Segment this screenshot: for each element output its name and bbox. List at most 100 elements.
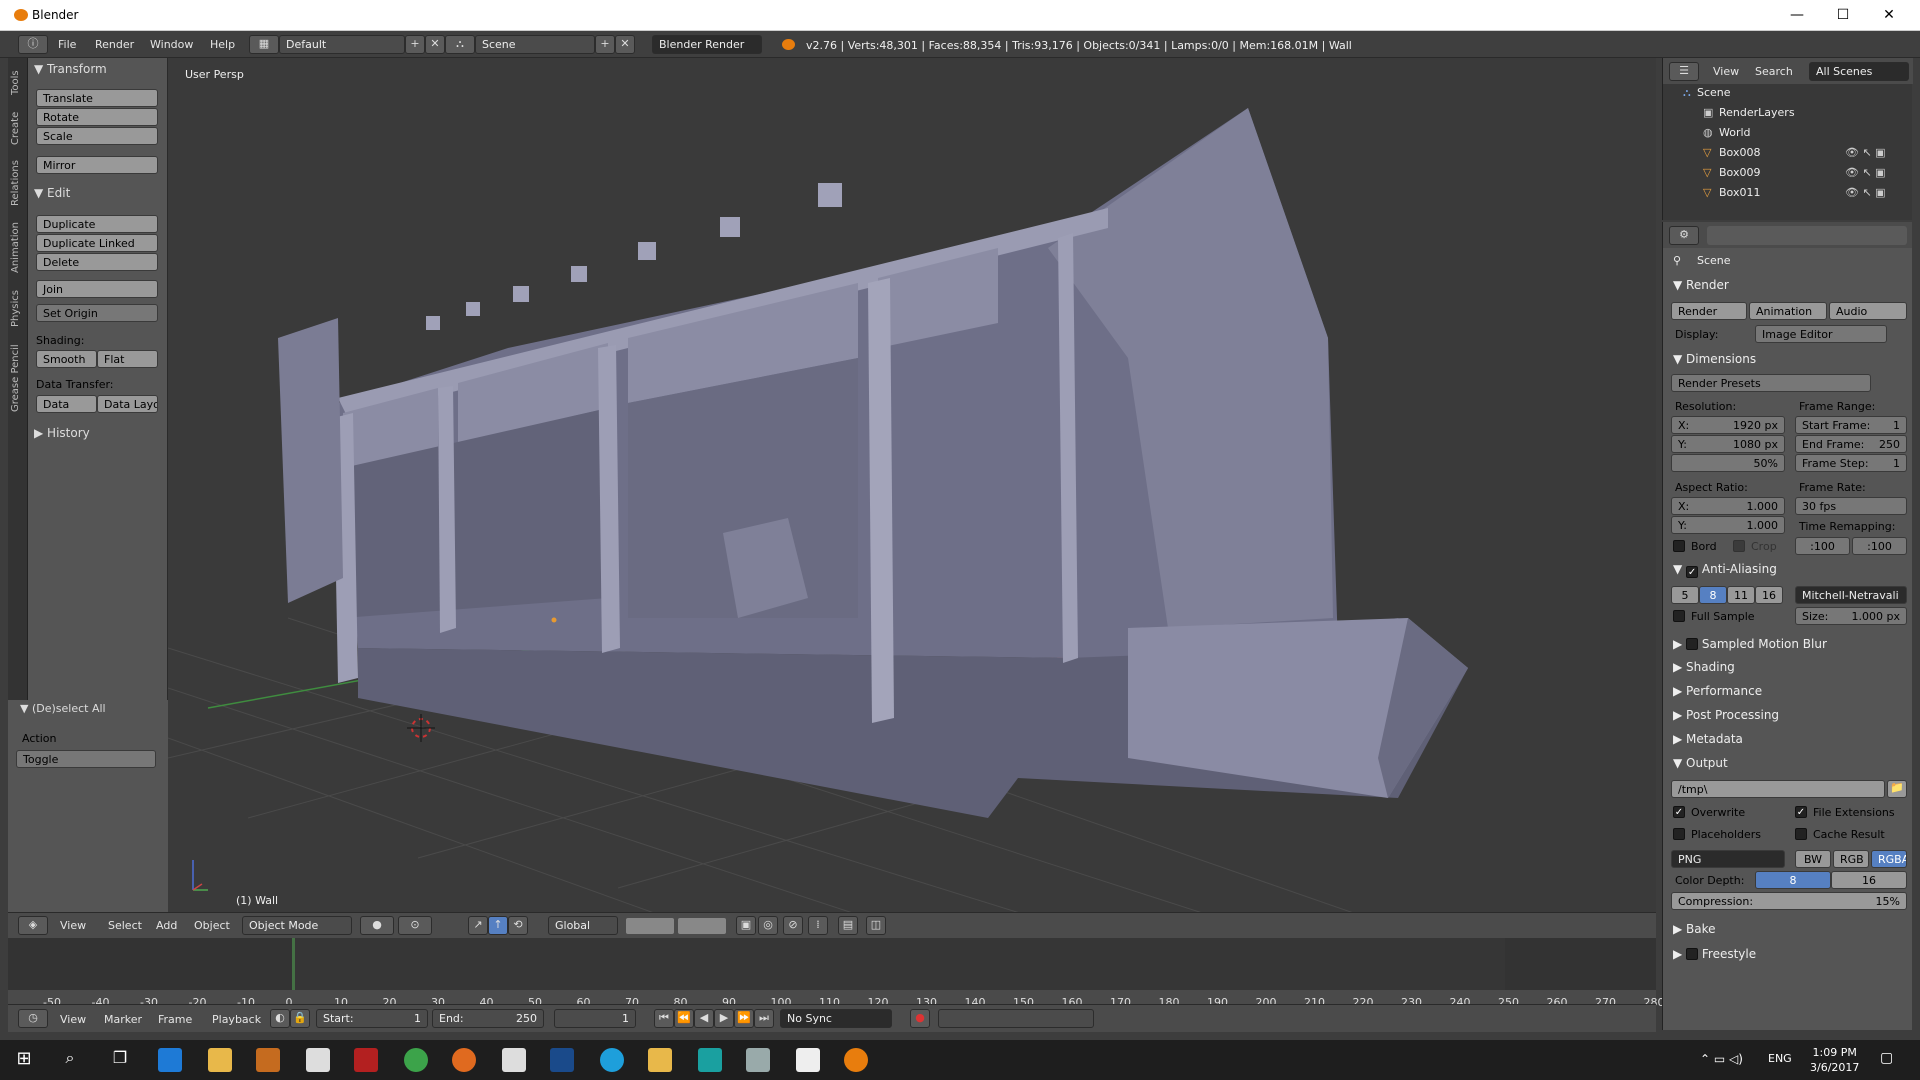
aa-size-field[interactable]: Size: 1.000 px — [1795, 607, 1907, 625]
edit-panel-header[interactable]: ▼ Edit — [34, 186, 70, 200]
color-rgb-button[interactable]: RGB — [1833, 850, 1869, 868]
aa-samples-11[interactable]: 11 — [1727, 586, 1755, 604]
start-frame-field[interactable]: Start: 1 — [316, 1009, 428, 1028]
aa-samples-8[interactable]: 8 — [1699, 586, 1727, 604]
editor-type-info-icon[interactable]: ⓘ — [18, 35, 48, 54]
transform-panel-header[interactable]: ▼ Transform — [34, 62, 107, 76]
skype-icon[interactable] — [600, 1048, 624, 1072]
delete-button[interactable]: Delete — [36, 253, 158, 271]
tab-physics[interactable]: Physics — [10, 284, 26, 334]
system-tray-icons[interactable]: ⌃ ▭ ◁) — [1700, 1052, 1743, 1066]
rotate-manipulator-icon[interactable]: ⟲ — [508, 916, 528, 935]
scale-button[interactable]: Scale — [36, 127, 158, 145]
output-path-field[interactable]: /tmp\ — [1671, 780, 1885, 798]
acrobat-icon[interactable] — [354, 1048, 378, 1072]
firefox-icon[interactable] — [452, 1048, 476, 1072]
folder-icon[interactable]: 📁 — [1887, 780, 1907, 798]
record-icon[interactable]: ● — [910, 1009, 930, 1028]
start-frame-prop-field[interactable]: Start Frame: 1 — [1795, 416, 1907, 434]
end-frame-prop-field[interactable]: End Frame: 250 — [1795, 435, 1907, 453]
color-depth-8-button[interactable]: 8 — [1755, 871, 1831, 889]
render-preview-icon[interactable]: ▤ — [838, 916, 858, 935]
frame-step-field[interactable]: Frame Step: 1 — [1795, 454, 1907, 472]
menu-render[interactable]: Render — [95, 38, 134, 51]
menu-file[interactable]: File — [58, 38, 76, 51]
full-sample-checkbox[interactable] — [1673, 610, 1685, 622]
manipulator-toggle-icon[interactable]: ↑ — [488, 916, 508, 935]
menu-marker[interactable]: Marker — [104, 1013, 142, 1026]
aspect-y-field[interactable]: Y: 1.000 — [1671, 516, 1785, 534]
transform-orientation-select[interactable]: Global — [548, 916, 618, 935]
resolution-y-field[interactable]: Y: 1080 px — [1671, 435, 1785, 453]
data-layout-button[interactable]: Data Layo — [97, 395, 158, 413]
current-frame-field[interactable]: 1 — [554, 1009, 636, 1028]
animation-button[interactable]: Animation — [1749, 302, 1827, 320]
add-scene-button[interactable]: + — [595, 35, 615, 54]
data-button[interactable]: Data — [36, 395, 97, 413]
prev-keyframe-icon[interactable]: ⏪ — [674, 1009, 694, 1028]
aa-samples-5[interactable]: 5 — [1671, 586, 1699, 604]
audio-button[interactable]: Audio — [1829, 302, 1907, 320]
menu-timeline-view[interactable]: View — [60, 1013, 86, 1026]
editor-type-timeline-icon[interactable]: ◷ — [18, 1009, 48, 1028]
set-origin-select[interactable]: Set Origin — [36, 304, 158, 322]
editor-type-3d-icon[interactable]: ◈ — [18, 916, 48, 935]
file-format-select[interactable]: PNG — [1671, 850, 1785, 868]
start-button-icon[interactable]: ⊞ — [12, 1048, 36, 1072]
menu-frame[interactable]: Frame — [158, 1013, 192, 1026]
outliner-row[interactable]: ▣ RenderLayers — [1663, 106, 1913, 126]
outliner-row[interactable]: ▽ Box009 👁 ↖ ▣ — [1663, 166, 1913, 186]
outliner-display-mode-select[interactable]: All Scenes — [1809, 62, 1909, 81]
properties-context-tabs[interactable] — [1707, 226, 1907, 245]
snap-icon[interactable]: ⊘ — [783, 916, 803, 935]
tab-grease-pencil[interactable]: Grease Pencil — [10, 338, 26, 418]
remove-layout-button[interactable]: ✕ — [425, 35, 445, 54]
menu-view[interactable]: View — [60, 919, 86, 932]
scene-icon[interactable]: ⛬ — [445, 35, 475, 54]
aa-filter-select[interactable]: Mitchell-Netravali — [1795, 586, 1907, 604]
post-processing-panel-header[interactable]: ▶ Post Processing — [1673, 708, 1779, 722]
menu-help[interactable]: Help — [210, 38, 235, 51]
keying-set-field[interactable] — [938, 1009, 1094, 1028]
border-checkbox[interactable] — [1673, 540, 1685, 552]
app-icon[interactable] — [698, 1048, 722, 1072]
media-player-icon[interactable] — [256, 1048, 280, 1072]
color-depth-16-button[interactable]: 16 — [1831, 871, 1907, 889]
layers-grid-1[interactable] — [626, 918, 674, 934]
render-presets-select[interactable]: Render Presets — [1671, 374, 1871, 392]
tab-create[interactable]: Create — [10, 106, 26, 150]
display-select[interactable]: Image Editor — [1755, 325, 1887, 343]
menu-window[interactable]: Window — [150, 38, 193, 51]
aspect-x-field[interactable]: X: 1.000 — [1671, 497, 1785, 515]
translate-manipulator-icon[interactable]: ↗ — [468, 916, 488, 935]
sticky-notes-icon[interactable] — [648, 1048, 672, 1072]
dimensions-panel-header[interactable]: ▼ Dimensions — [1673, 352, 1756, 366]
motion-blur-panel-header[interactable]: ▶ Sampled Motion Blur — [1673, 636, 1827, 651]
output-panel-header[interactable]: ▼ Output — [1673, 756, 1728, 770]
snap-element-icon[interactable]: ⁞ — [808, 916, 828, 935]
layout-icon[interactable]: ▦ — [249, 35, 279, 54]
remap-old-field[interactable]: :100 — [1795, 537, 1850, 555]
opengl-render-icon[interactable]: ◫ — [866, 916, 886, 935]
tab-tools[interactable]: Tools — [10, 64, 26, 102]
chrome-icon[interactable] — [404, 1048, 428, 1072]
color-bw-button[interactable]: BW — [1795, 850, 1831, 868]
outliner-row[interactable]: ▽ Box011 👁 ↖ ▣ — [1663, 186, 1913, 206]
remap-new-field[interactable]: :100 — [1852, 537, 1907, 555]
remove-scene-button[interactable]: ✕ — [615, 35, 635, 54]
lock-camera-icon[interactable]: ▣ — [736, 916, 756, 935]
search-icon[interactable]: ⌕ — [58, 1048, 82, 1072]
end-frame-field[interactable]: End: 250 — [432, 1009, 544, 1028]
jump-end-icon[interactable]: ⏭ — [754, 1009, 774, 1028]
duplicate-linked-button[interactable]: Duplicate Linked — [36, 234, 158, 252]
anti-aliasing-panel-header[interactable]: ▼ ✓ Anti-Aliasing — [1673, 562, 1777, 578]
pin-icon[interactable]: ⚲ — [1673, 254, 1681, 267]
scene-select[interactable]: Scene — [475, 35, 595, 54]
pivot-point-icon[interactable]: ⊙ — [398, 916, 432, 935]
3d-viewport[interactable]: User Persp (1) Wall — [168, 58, 1656, 912]
compression-slider[interactable]: Compression: 15% — [1671, 892, 1907, 910]
language-indicator[interactable]: ENG — [1768, 1052, 1792, 1065]
viewport-shading-icon[interactable]: ● — [360, 916, 394, 935]
menu-playback[interactable]: Playback — [212, 1013, 261, 1026]
outliner-menu-search[interactable]: Search — [1755, 65, 1793, 78]
